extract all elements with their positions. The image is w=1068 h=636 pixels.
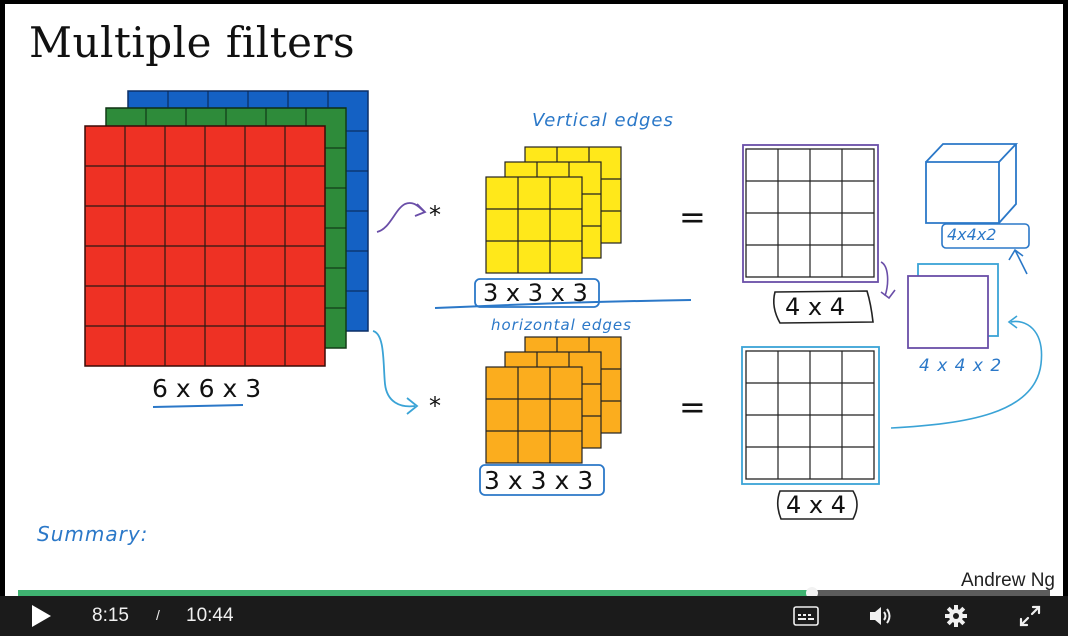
conv-operator-1: *: [429, 201, 441, 229]
filter-orange: [485, 336, 622, 464]
filter-yellow: [485, 146, 622, 274]
annotation-summary: Summary:: [37, 522, 149, 546]
slide-credit: Andrew Ng: [961, 570, 1055, 591]
conv-operator-2: *: [429, 392, 441, 420]
lecture-slide: Multiple filters 6 x 6 x 3 3 x 3 x 3 3 x…: [5, 4, 1063, 596]
input-size-label: 6 x 6 x 3: [152, 374, 262, 403]
captions-icon[interactable]: [793, 606, 819, 631]
arrow-to-filter2: [372, 330, 419, 415]
filter2-size-label: 3 x 3 x 3: [484, 466, 594, 495]
output-grid-1: [742, 144, 879, 283]
output1-size-label: 4 x 4: [785, 293, 845, 321]
volume-icon[interactable]: [868, 604, 894, 633]
current-time: 8:15: [92, 605, 129, 626]
annotation-stack-top: 4x4x2: [947, 225, 997, 244]
control-bar: 8:15 / 10:44: [0, 596, 1068, 636]
output-volume-cube: [925, 143, 1019, 224]
time-separator: /: [156, 607, 160, 623]
input-label-underline: [152, 404, 244, 408]
input-volume: [84, 90, 369, 367]
stacked-output-small: [907, 263, 999, 349]
fullscreen-icon[interactable]: [1018, 604, 1042, 633]
duration: 10:44: [186, 605, 234, 626]
annotation-horizontal-edges: horizontal edges: [491, 316, 632, 334]
annotation-stack-small: 4 x 4 x 2: [919, 356, 1003, 376]
arrow-cube-label: [1008, 248, 1028, 275]
arrow-to-filter1: [376, 202, 427, 233]
filter1-size-label: 3 x 3 x 3: [483, 279, 588, 307]
gear-icon[interactable]: [944, 604, 968, 633]
play-icon[interactable]: [30, 604, 52, 633]
output-grid-2: [741, 346, 880, 485]
equals-operator-2: =: [679, 388, 706, 426]
annotation-vertical-edges: Vertical edges: [532, 110, 674, 131]
video-player[interactable]: Multiple filters 6 x 6 x 3 3 x 3 x 3 3 x…: [0, 0, 1068, 636]
output2-size-label: 4 x 4: [786, 491, 846, 519]
arrow-output1-to-stack: [880, 261, 896, 300]
equals-operator-1: =: [679, 198, 706, 236]
